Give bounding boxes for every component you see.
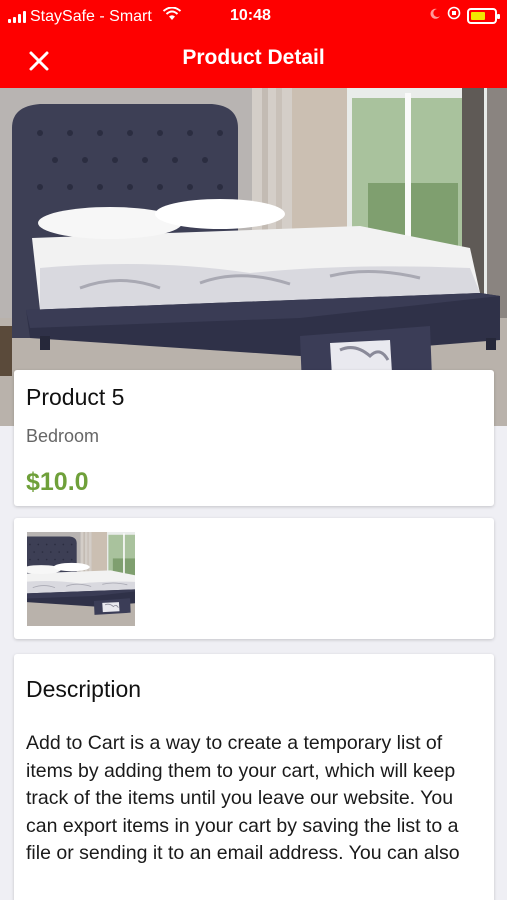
status-right xyxy=(429,6,500,25)
description-title: Description xyxy=(26,676,142,702)
product-name: Product 5 xyxy=(26,384,125,410)
signal-icon xyxy=(8,10,26,23)
product-info-card: Product 5 Bedroom $10.0 xyxy=(14,370,494,506)
status-time: 10:48 xyxy=(230,7,271,24)
product-thumbnail[interactable] xyxy=(27,532,135,626)
status-bar: StaySafe - Smart 10:48 xyxy=(0,0,507,34)
bed-thumbnail-image xyxy=(27,532,135,626)
wifi-icon xyxy=(162,6,182,26)
top-bar: StaySafe - Smart 10:48 Product Detail xyxy=(0,0,507,88)
product-gallery-card xyxy=(14,518,494,639)
battery-icon xyxy=(467,7,500,24)
product-price: $10.0 xyxy=(26,468,89,496)
carrier-info: StaySafe - Smart xyxy=(8,6,182,26)
description-body: Add to Cart is a way to create a tempora… xyxy=(26,732,460,864)
page-title: Product Detail xyxy=(182,46,325,69)
carrier-name: StaySafe - Smart xyxy=(30,7,152,25)
description-card: Description Add to Cart is a way to crea… xyxy=(14,654,494,900)
moon-icon xyxy=(429,7,441,25)
navigation-bar: Product Detail xyxy=(0,34,507,88)
product-category: Bedroom xyxy=(26,426,100,446)
orientation-lock-icon xyxy=(447,6,461,25)
